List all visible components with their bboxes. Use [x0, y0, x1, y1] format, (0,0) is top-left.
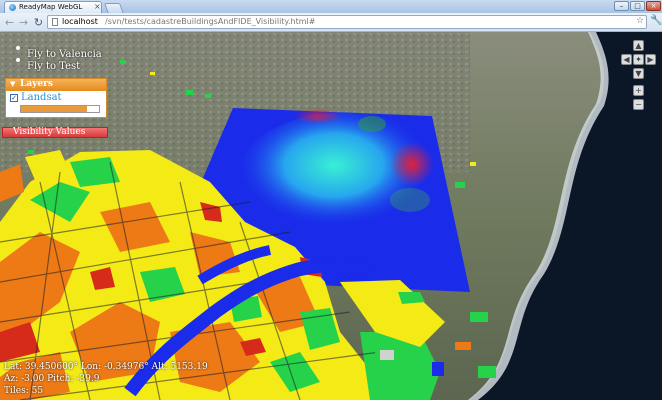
fly-to-list: Fly to Valencia Fly to Test	[12, 42, 102, 72]
close-window-button[interactable]: ×	[646, 1, 661, 11]
pan-up-button[interactable]: ▲	[633, 40, 644, 51]
maximize-button[interactable]: □	[630, 1, 645, 11]
layers-panel: ▼ Layers ✓ Landsat	[5, 78, 107, 118]
opacity-slider-fill	[21, 106, 88, 112]
visibility-hotspot	[390, 142, 434, 186]
url-host: localhost	[62, 17, 98, 26]
pan-left-button[interactable]: ◀	[621, 54, 632, 65]
layers-title: Layers	[20, 79, 53, 89]
back-arrow-icon[interactable]: ←	[3, 16, 16, 29]
zoom-out-button[interactable]: −	[633, 99, 644, 110]
browser-tab[interactable]: ReadyMap WebGL ×	[4, 1, 102, 13]
reload-icon[interactable]: ↻	[32, 16, 45, 29]
bookmark-star-icon[interactable]: ☆	[636, 16, 644, 26]
forward-arrow-icon[interactable]: →	[17, 16, 30, 29]
minimize-button[interactable]: –	[614, 1, 629, 11]
tiles-readout: Tiles: 55	[4, 386, 44, 396]
zoom-in-button[interactable]: +	[633, 85, 644, 96]
url-path: /svn/tests/cadastreBuildingsAndFIDE_Visi…	[105, 17, 316, 26]
wrench-menu-icon[interactable]: 🔧	[650, 15, 662, 26]
camera-readout: Az: -3.00 Pitch: -39.9	[4, 374, 100, 384]
reset-view-button[interactable]: ✦	[633, 54, 644, 65]
browser-toolbar: ← → ↻ localhost /svn/tests/cadastreBuild…	[0, 13, 662, 32]
map-viewport[interactable]: Fly to Valencia Fly to Test ▼ Layers ✓ L…	[0, 32, 662, 400]
opacity-slider[interactable]	[20, 105, 100, 113]
address-bar[interactable]: localhost /svn/tests/cadastreBuildingsAn…	[47, 15, 647, 29]
page-icon	[52, 18, 58, 26]
layers-panel-header[interactable]: ▼ Layers	[6, 79, 106, 91]
tab-close-icon[interactable]: ×	[94, 2, 101, 12]
fly-to-test-link[interactable]: Fly to Test	[27, 61, 80, 72]
landsat-layer-label[interactable]: Landsat	[21, 92, 62, 103]
pan-down-button[interactable]: ▼	[633, 68, 644, 79]
readymap-favicon-icon	[9, 4, 16, 11]
collapse-arrow-icon[interactable]: ▼	[10, 80, 15, 88]
tab-title: ReadyMap WebGL	[19, 3, 83, 11]
list-item: Fly to Test	[12, 54, 102, 72]
visibility-values-bar[interactable]: Visibility Values	[2, 127, 108, 138]
pan-right-button[interactable]: ▶	[645, 54, 656, 65]
landsat-checkbox[interactable]: ✓	[10, 94, 18, 102]
coordinate-readout: Lat: 39.450600° Lon: -0.34976° Alt: 5153…	[4, 362, 208, 372]
visibility-values-label: Visibility Values	[13, 127, 86, 137]
list-item: Fly to Valencia	[12, 42, 102, 60]
window-titlebar: ReadyMap WebGL × – □ ×	[0, 0, 662, 14]
